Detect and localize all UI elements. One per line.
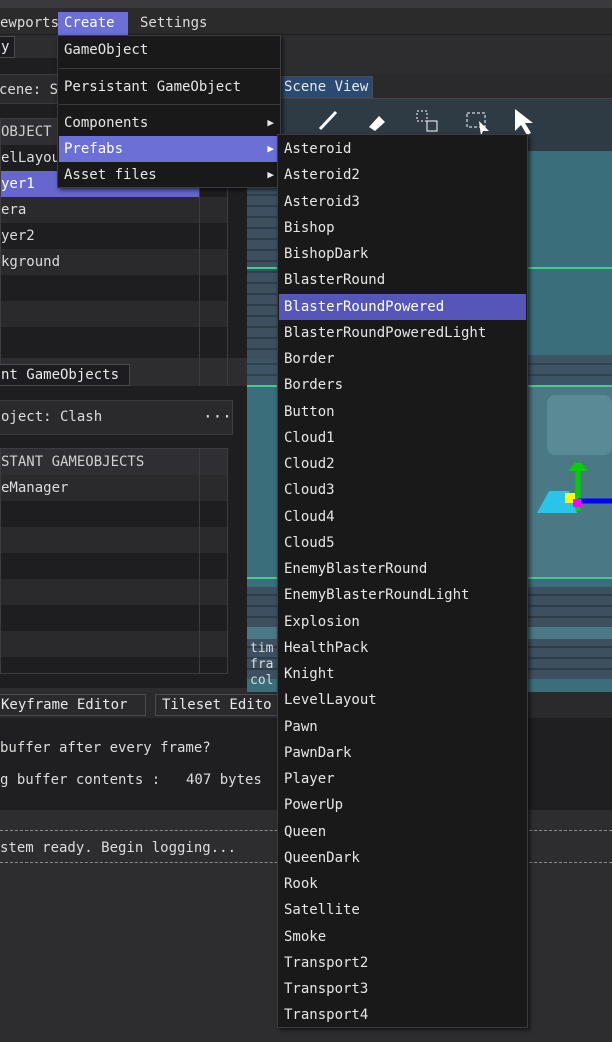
prefab-item[interactable]: Cloud2 [279, 451, 526, 477]
prefab-item[interactable]: Transport2 [279, 950, 526, 976]
submenu-arrow-icon: ▶ [267, 142, 274, 155]
menu-item-label: Asset files [64, 167, 157, 183]
prefab-item[interactable]: Transport3 [279, 976, 526, 1002]
list-item-empty [1, 553, 227, 579]
menu-item-label: Components [64, 115, 149, 131]
project-bar: oject: Clash ··· [0, 400, 233, 435]
prefab-item[interactable]: PawnDark [279, 740, 526, 766]
tab-hierarchy[interactable]: y [0, 36, 15, 58]
prefab-item[interactable]: EnemyBlasterRoundLight [279, 582, 526, 608]
prefabs-submenu: Asteroid Asteroid2 Asteroid3 Bishop BishopDa… [277, 134, 528, 1028]
persistant-panel: oject: Clash ··· STANT GAMEOBJECTS eMana… [0, 386, 247, 688]
prefab-item[interactable]: Asteroid2 [279, 162, 526, 188]
prefab-item[interactable]: Pawn [279, 714, 526, 740]
prefab-item[interactable]: Player [279, 766, 526, 792]
list-item-empty [1, 527, 227, 553]
column-divider [199, 449, 200, 673]
menu-item-label: Prefabs [64, 141, 124, 157]
prefab-item[interactable]: BlasterRoundPoweredLight [279, 320, 526, 346]
tab-persistant-gameobjects[interactable]: nt GameObjects [0, 364, 130, 386]
prefab-item[interactable]: Asteroid3 [279, 189, 526, 215]
menu-item-asset-files[interactable]: Asset files ▶ [59, 162, 280, 188]
project-label: oject: Clash [1, 409, 103, 425]
menu-viewports[interactable]: ewports [0, 12, 65, 35]
prefab-item[interactable]: PowerUp [279, 792, 526, 818]
window-top-strip [0, 0, 612, 8]
prefab-item[interactable]: Explosion [279, 609, 526, 635]
scene-selector[interactable]: cene: S [0, 74, 64, 104]
prefab-item[interactable]: EnemyBlasterRound [279, 556, 526, 582]
menu-item-components[interactable]: Components ▶ [59, 110, 280, 136]
buffer-question[interactable]: buffer after every frame? [0, 740, 211, 756]
menu-item-persistant-gameobject[interactable]: Persistant GameObject [59, 74, 280, 100]
list-item-empty [1, 275, 227, 301]
menu-separator [59, 104, 280, 105]
prefab-item[interactable]: Asteroid [279, 136, 526, 162]
persistant-list: STANT GAMEOBJECTS eManager [0, 448, 228, 674]
prefab-item[interactable]: Cloud1 [279, 425, 526, 451]
list-item-empty [1, 327, 227, 353]
tab-keyframe-editor[interactable]: Keyframe Editor [0, 694, 146, 716]
prefab-item[interactable]: LevelLayout [279, 687, 526, 713]
list-item-empty [1, 605, 227, 631]
prefab-item[interactable]: Queen [279, 819, 526, 845]
list-item[interactable]: era [1, 197, 227, 223]
buffer-label: g buffer contents : [0, 772, 161, 788]
buffer-value: 407 bytes [186, 772, 262, 788]
create-menu: GameObject Persistant GameObject Compone… [57, 35, 281, 188]
console-log-line: stem ready. Begin logging... [0, 840, 237, 856]
prefab-item[interactable]: HealthPack [279, 635, 526, 661]
menu-settings[interactable]: Settings [134, 12, 213, 35]
submenu-arrow-icon: ▶ [267, 168, 274, 181]
prefab-item[interactable]: Satellite [279, 897, 526, 923]
list-item[interactable]: kground [1, 249, 227, 275]
menu-item-gameobject[interactable]: GameObject [59, 37, 280, 63]
move-pointer-icon[interactable] [513, 107, 543, 137]
list-item-empty [1, 579, 227, 605]
tab-scene-view[interactable]: Scene View [277, 76, 373, 98]
prefab-item[interactable]: BlasterRound [279, 267, 526, 293]
prefab-item[interactable]: Knight [279, 661, 526, 687]
prefab-item[interactable]: Cloud3 [279, 477, 526, 503]
prefab-item[interactable]: Transport4 [279, 1002, 526, 1028]
prefab-item[interactable]: Bishop [279, 215, 526, 241]
menu-separator [59, 68, 280, 69]
list-item-empty [1, 501, 227, 527]
scene-tab-strip: Scene View [247, 74, 612, 99]
prefab-item[interactable]: Button [279, 399, 526, 425]
prefab-item[interactable]: BlasterRoundPowered [279, 293, 526, 320]
prefab-item[interactable]: Rook [279, 871, 526, 897]
list-header: STANT GAMEOBJECTS [1, 449, 227, 475]
prefab-item[interactable]: Cloud5 [279, 530, 526, 556]
prefab-item[interactable]: BishopDark [279, 241, 526, 267]
prefab-item[interactable]: QueenDark [279, 845, 526, 871]
submenu-arrow-icon: ▶ [267, 116, 274, 129]
tile-select-icon[interactable] [415, 109, 441, 135]
menu-bar: ewports Create Settings [0, 8, 612, 35]
list-item[interactable]: eManager [1, 475, 227, 501]
eraser-icon[interactable] [365, 111, 387, 133]
tab-tileset-editor[interactable]: Tileset Edito [155, 694, 279, 716]
menu-item-prefabs[interactable]: Prefabs ▶ [59, 136, 280, 162]
list-item[interactable]: yer2 [1, 223, 227, 249]
list-item-empty [1, 301, 227, 327]
list-item-empty [1, 631, 227, 657]
brick-wall [247, 159, 277, 359]
scene-prop [547, 395, 612, 455]
menu-create[interactable]: Create [58, 12, 128, 35]
prefab-item[interactable]: Smoke [279, 924, 526, 950]
more-options-icon[interactable]: ··· [203, 407, 232, 426]
prefab-item[interactable]: Borders [279, 372, 526, 398]
brush-icon[interactable] [317, 109, 339, 131]
prefab-item[interactable]: Cloud4 [279, 504, 526, 530]
transform-gizmo[interactable] [535, 459, 612, 523]
prefab-item[interactable]: Border [279, 346, 526, 372]
